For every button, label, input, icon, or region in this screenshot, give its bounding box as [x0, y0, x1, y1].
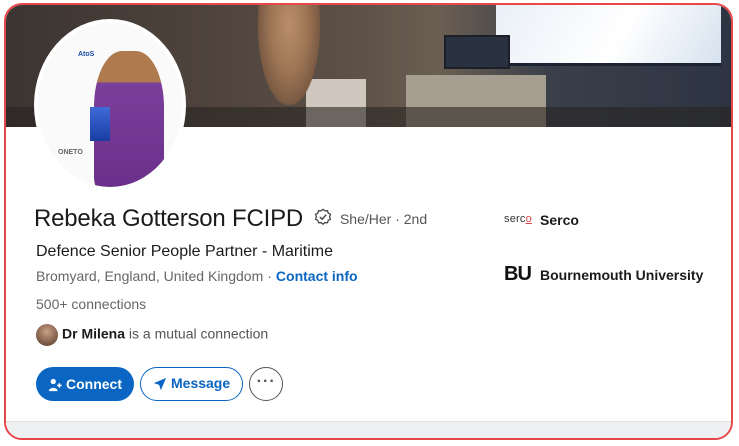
connect-label: Connect: [66, 376, 122, 392]
profile-name: Rebeka Gotterson FCIPD: [34, 205, 304, 232]
more-button[interactable]: ···: [249, 367, 284, 401]
banner-screen: [496, 5, 721, 66]
mutual-name: Dr Milena: [62, 325, 126, 342]
avatar-board-logo: ONETO: [58, 149, 83, 156]
organizations: serco Serco BU Bournemouth University: [504, 211, 703, 315]
pronouns-degree: She/Her · 2nd: [339, 211, 428, 227]
name-row: Rebeka Gotterson FCIPD She/Her · 2nd: [34, 205, 427, 233]
org-item-serco[interactable]: serco Serco: [504, 211, 703, 239]
more-icon: ···: [256, 373, 276, 390]
profile-location: Bromyard, England, United Kingdom: [36, 268, 264, 284]
connect-button[interactable]: Connect: [36, 367, 134, 401]
org-name: Bournemouth University: [540, 266, 704, 283]
serco-logo: serco: [504, 213, 532, 225]
message-button[interactable]: Message: [140, 367, 244, 401]
separator-dot: ·: [267, 268, 272, 284]
mutual-text: is a mutual connection: [125, 325, 269, 342]
banner-monitor: [444, 35, 510, 69]
contact-info-link[interactable]: Contact info: [276, 268, 358, 284]
connections-count[interactable]: 500+ connections: [36, 296, 146, 312]
bu-logo: BU: [504, 263, 532, 285]
banner-person: [258, 5, 320, 105]
add-person-icon: [48, 379, 62, 392]
verified-icon[interactable]: [314, 208, 332, 231]
send-icon: [153, 378, 167, 391]
org-item-bournemouth[interactable]: BU Bournemouth University: [504, 263, 703, 291]
action-bar: Connect Message ···: [36, 367, 289, 401]
avatar-board-logo: AtoS: [78, 51, 95, 58]
avatar-award: [90, 107, 110, 141]
message-label: Message: [171, 375, 231, 391]
profile-card: AtoS ONETO Rebeka Gotterson FCIPD She/He…: [4, 3, 733, 440]
mutual-connection[interactable]: Dr Milena is a mutual connection: [36, 324, 268, 346]
org-name: Serco: [540, 212, 579, 228]
profile-photo[interactable]: AtoS ONETO: [34, 19, 186, 191]
profile-headline: Defence Senior People Partner - Maritime: [36, 243, 334, 260]
location-row: Bromyard, England, United Kingdom · Contac…: [36, 268, 358, 284]
mutual-avatar: [36, 324, 58, 346]
card-bottom-strip: [6, 421, 731, 438]
